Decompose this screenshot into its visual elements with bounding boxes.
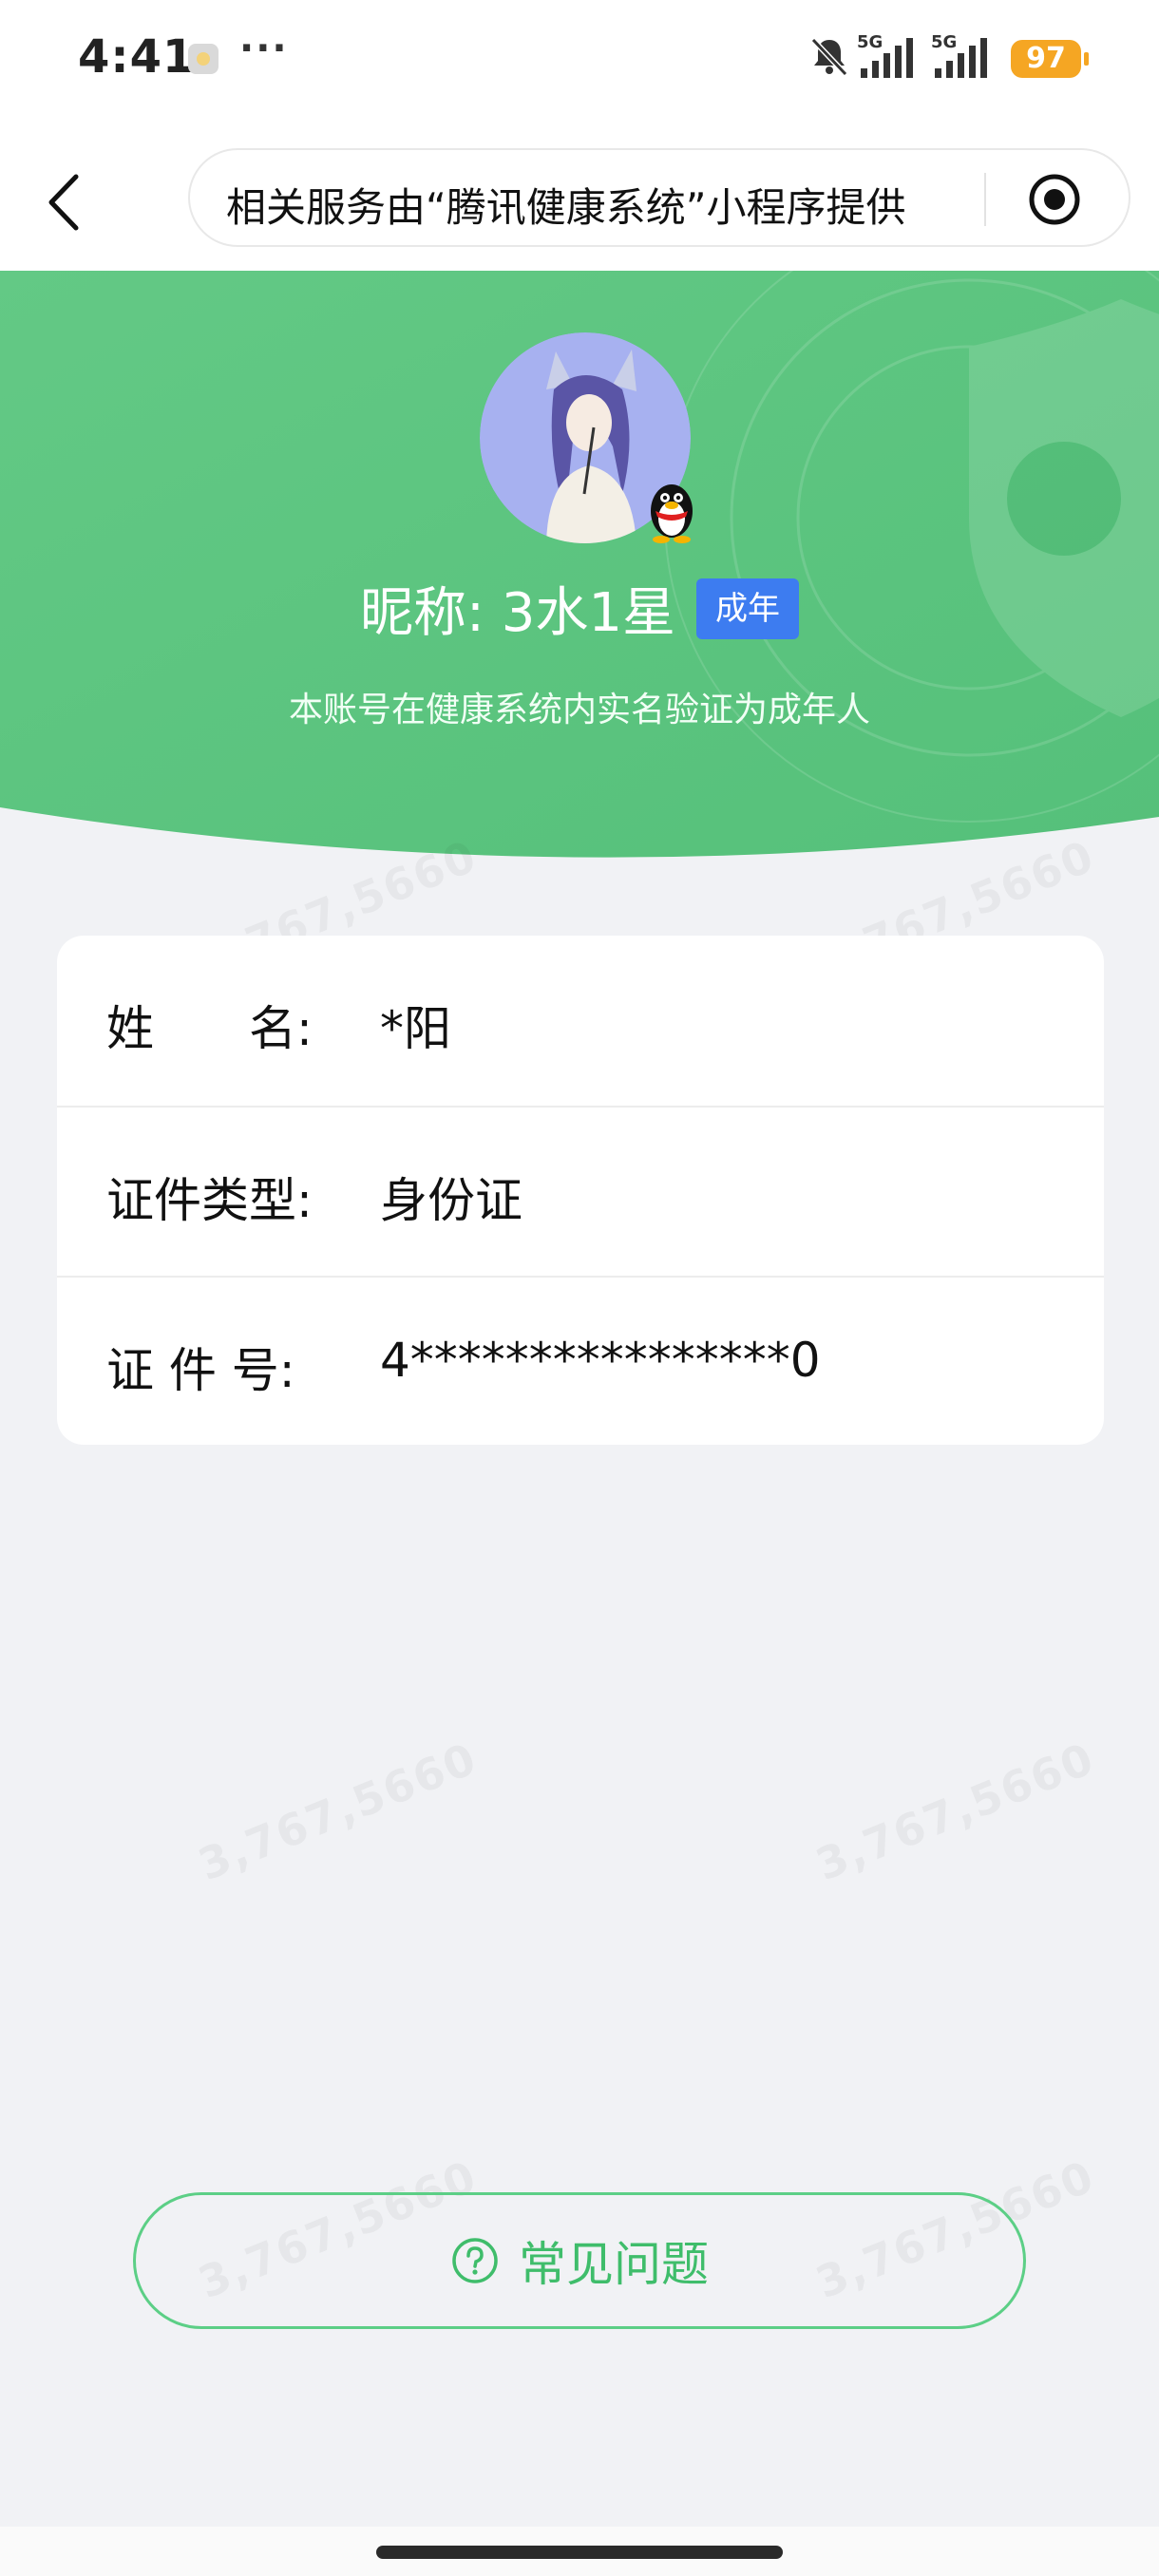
signal-5g-icon: 5G: [857, 32, 913, 78]
nickname: 昵称: 3水1星: [360, 582, 675, 644]
adult-badge: 成年: [695, 578, 799, 639]
home-indicator[interactable]: [376, 2546, 783, 2559]
info-row-id-number: 证 件 号: 4****************0: [57, 1276, 1104, 1445]
mute-bell-icon: [810, 37, 848, 77]
info-value: *阳: [380, 1001, 451, 1056]
app-notification-icon: [188, 44, 218, 74]
nickname-row: 昵称: 3水1星 成年: [0, 570, 1159, 646]
watermark: 3,767,5660: [808, 1733, 1102, 1891]
page: 4:41 ··· 5G 5G 97 相关服务由“腾讯健康系统”小程序提供 昵称:…: [0, 0, 1159, 2576]
signal-2-label: 5G: [931, 32, 957, 52]
mini-program-capsule[interactable]: 相关服务由“腾讯健康系统”小程序提供: [188, 148, 1130, 247]
faq-button[interactable]: 常见问题: [133, 2192, 1026, 2329]
info-row-id-type: 证件类型: 身份证: [57, 1106, 1104, 1275]
qq-penguin-icon: [651, 484, 693, 543]
more-notifications-icon: ···: [239, 27, 289, 70]
capsule-divider: [984, 173, 986, 226]
back-arrow-icon[interactable]: [42, 169, 89, 236]
info-label: 证件类型:: [106, 1173, 313, 1228]
identity-info-card: 姓 名: *阳 证件类型: 身份证 证 件 号: 4**************…: [57, 936, 1104, 1445]
info-value: 身份证: [380, 1173, 522, 1228]
info-value: 4****************0: [380, 1333, 821, 1388]
faq-label: 常见问题: [519, 2237, 709, 2292]
info-row-name: 姓 名: *阳: [57, 936, 1104, 1105]
status-time: 4:41: [78, 30, 196, 84]
watermark: 3,767,5660: [191, 1733, 484, 1891]
close-mini-program-icon[interactable]: [1026, 171, 1083, 228]
signal-5g-icon: 5G: [931, 32, 987, 78]
status-bar: 4:41 ··· 5G 5G 97: [0, 0, 1159, 123]
nav-bar: 相关服务由“腾讯健康系统”小程序提供: [0, 123, 1159, 271]
battery-indicator: 97: [1011, 40, 1089, 78]
info-label: 姓 名:: [106, 1001, 313, 1056]
service-provider-text: 相关服务由“腾讯健康系统”小程序提供: [226, 184, 906, 231]
help-circle-icon: [452, 2238, 498, 2283]
info-label: 证 件 号:: [106, 1343, 295, 1398]
signal-1-label: 5G: [857, 32, 883, 52]
verification-status-text: 本账号在健康系统内实名验证为成年人: [288, 691, 870, 729]
